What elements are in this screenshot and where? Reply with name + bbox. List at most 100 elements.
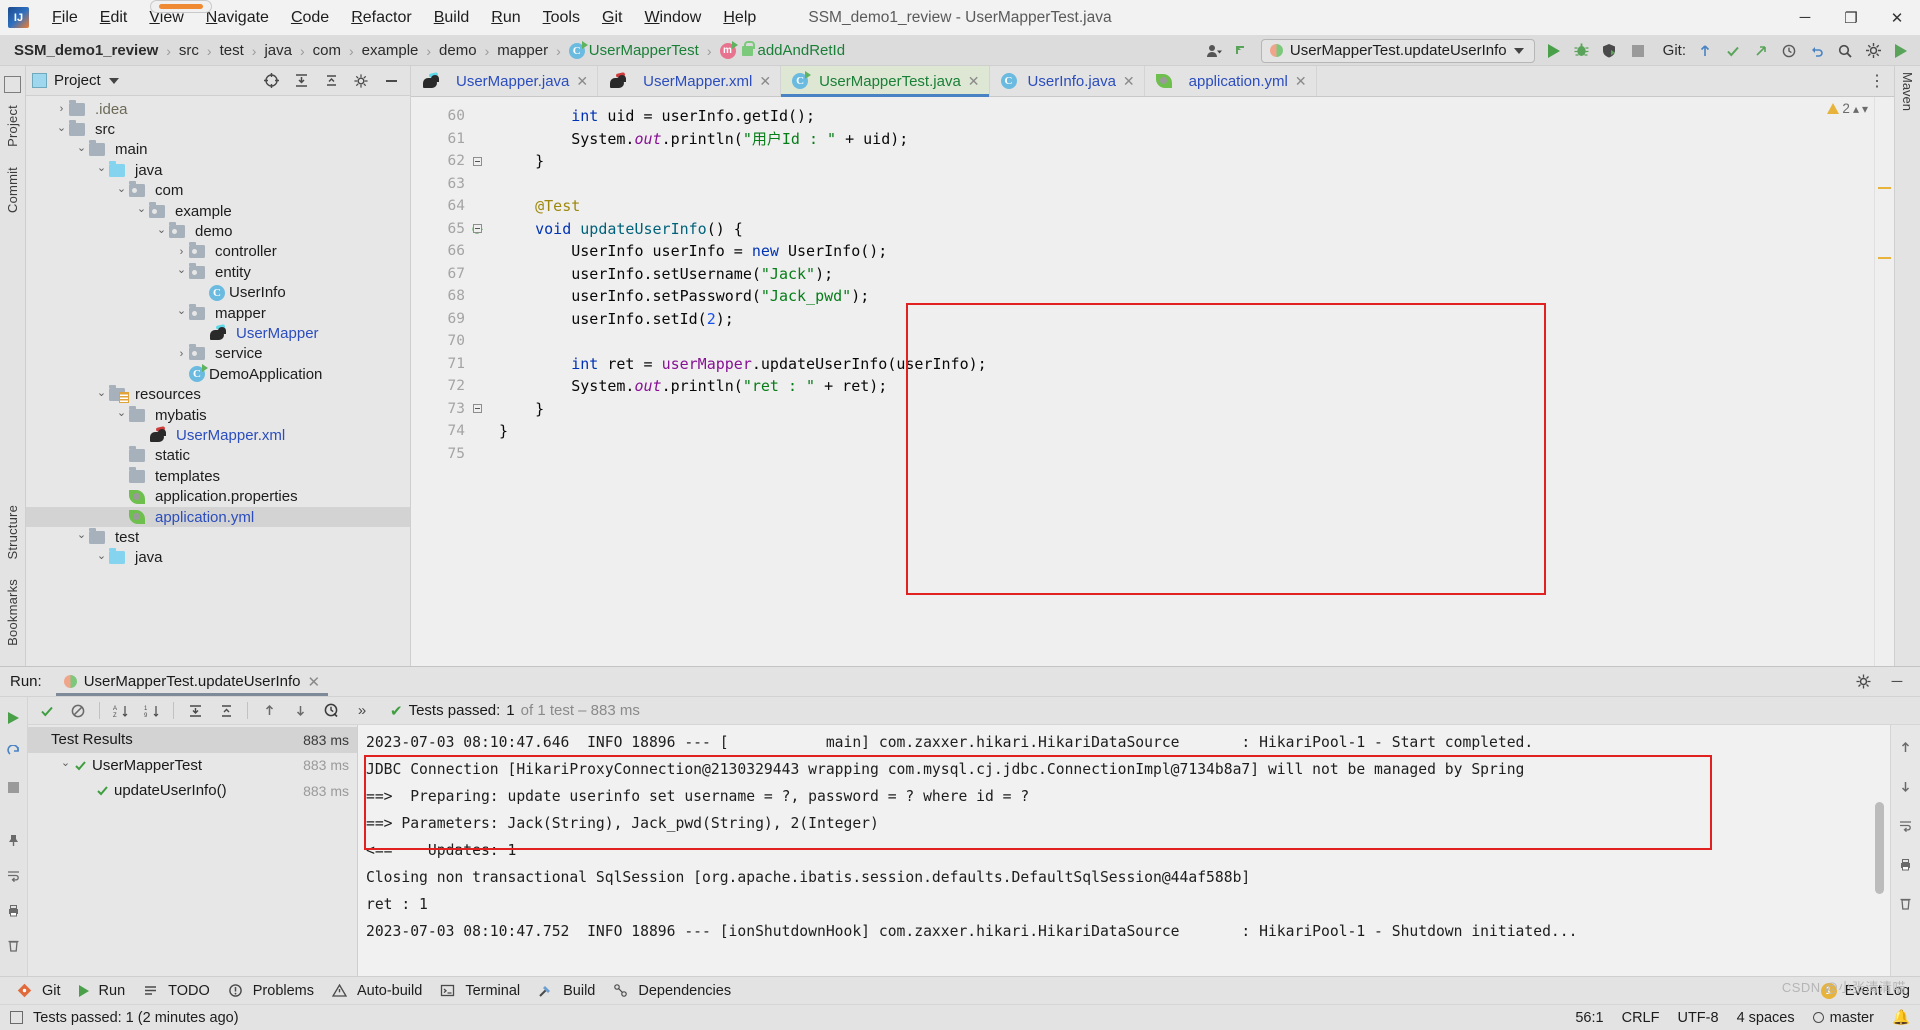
code-line[interactable]: System.out.println("用户Id : " + uid); [491,128,1874,151]
code-folding-column[interactable] [473,97,491,666]
editor-tab-usermapper-java[interactable]: UserMapper.java ✕ [411,66,599,96]
source-code[interactable]: int uid = userInfo.getId(); System.out.p… [491,97,1874,666]
clear-all-icon[interactable] [1,933,27,958]
soft-wrap-console-icon[interactable] [1893,813,1919,838]
show-ignored-icon[interactable] [65,698,91,723]
stop-run-icon[interactable] [1,775,27,800]
tree-node-userinfo[interactable]: C UserInfo [26,283,410,303]
stripe-warning-marker[interactable] [1878,257,1891,259]
tree-node-controller[interactable]: › controller [26,242,410,262]
tree-node-main[interactable]: ⌄ main [26,140,410,160]
chevron-up-icon[interactable]: ▴ [1853,102,1859,116]
bottom-bar-git[interactable]: Git [8,980,70,1002]
console-output[interactable]: 2023-07-03 08:10:47.646 INFO 18896 --- [… [358,725,1890,976]
editor-tab-userinfo-java[interactable]: C UserInfo.java ✕ [990,66,1145,96]
git-branch-widget[interactable]: master [1812,1010,1874,1026]
tool-button-project[interactable]: Project [3,97,22,155]
breadcrumb-test[interactable]: test [218,42,246,59]
project-view-chevron-icon[interactable] [108,77,119,84]
chevron-down-icon[interactable]: ⌄ [114,406,129,419]
tree-node--idea[interactable]: › .idea [26,99,410,119]
breadcrumb-java[interactable]: java [262,42,294,59]
code-line[interactable]: UserInfo userInfo = new UserInfo(); [491,240,1874,263]
code-line[interactable]: userInfo.setPassword("Jack_pwd"); [491,285,1874,308]
chevron-down-icon[interactable]: ⌄ [94,161,109,174]
menu-file[interactable]: File [41,5,89,31]
chevron-down-icon[interactable]: ⌄ [74,528,89,541]
menu-help[interactable]: Help [712,5,767,31]
stripe-warning-marker[interactable] [1878,187,1891,189]
caret-position[interactable]: 56:1 [1575,1010,1603,1026]
user-settings-icon[interactable] [1201,38,1227,63]
editor-tab-application-yml[interactable]: application.yml ✕ [1145,66,1317,96]
tree-node-java[interactable]: ⌄ java [26,160,410,180]
project-file-tree[interactable]: › .idea ⌄ src ⌄ main ⌄ java ⌄ com ⌄ example ⌄ demo › co… [26,96,410,666]
indent-setting[interactable]: 4 spaces [1737,1010,1795,1026]
tool-button-structure[interactable]: Structure [3,497,22,568]
collapse-tests-icon[interactable] [213,698,239,723]
run-with-coverage-button[interactable] [1597,38,1623,63]
settings-gear-icon[interactable] [1860,38,1886,63]
code-line[interactable]: } [491,398,1874,421]
soft-wrap-icon[interactable] [1,863,27,888]
run-button[interactable] [1541,38,1567,63]
close-icon[interactable]: ✕ [1295,73,1307,90]
code-line[interactable] [491,330,1874,353]
breadcrumb-com[interactable]: com [311,42,343,59]
hide-project-pane-icon[interactable] [378,68,404,93]
debug-button[interactable] [1569,38,1595,63]
test-node-usermappertest[interactable]: ⌄ UserMapperTest 883 ms [28,753,357,779]
git-update-icon[interactable] [1692,38,1718,63]
tree-node-src[interactable]: ⌄ src [26,119,410,139]
tree-node-mybatis[interactable]: ⌄ mybatis [26,405,410,425]
menu-window[interactable]: Window [633,5,712,31]
tree-node-service[interactable]: › service [26,344,410,364]
tree-node-java[interactable]: ⌄ java [26,548,410,568]
print-console-icon[interactable] [1893,852,1919,877]
menu-tools[interactable]: Tools [532,5,591,31]
run-tab-usermappertest[interactable]: UserMapperTest.updateUserInfo ✕ [55,667,329,696]
chevron-down-icon[interactable]: ⌄ [54,121,69,134]
breadcrumb-usermappertest[interactable]: C UserMapperTest [567,40,701,59]
run-configuration-selector[interactable]: UserMapperTest.updateUserInfo [1260,38,1535,63]
error-stripe-markers[interactable] [1874,97,1894,666]
code-line[interactable]: System.out.println("ret : " + ret); [491,375,1874,398]
print-icon[interactable] [1,898,27,923]
expand-all-icon[interactable] [288,68,314,93]
pin-tab-icon[interactable] [1,828,27,853]
inspection-status[interactable]: 2 ▴ ▾ [1827,101,1868,116]
close-icon[interactable]: ✕ [759,73,771,90]
sort-alphabetically-icon[interactable]: AZ [108,698,134,723]
chevron-down-icon[interactable]: ⌄ [94,549,109,562]
fold-toggle-icon[interactable] [473,224,482,234]
code-line[interactable]: userInfo.setId(2); [491,308,1874,331]
chevron-down-icon[interactable]: ⌄ [174,304,189,317]
tree-node-usermapper[interactable]: UserMapper [26,323,410,343]
tool-button-commit[interactable]: Commit [3,159,22,221]
rerun-failed-icon[interactable] [1,740,27,765]
rerun-button[interactable] [1,705,27,730]
bottom-bar-problems[interactable]: Problems [219,980,323,1002]
menu-refactor[interactable]: Refactor [340,5,422,31]
file-encoding[interactable]: UTF-8 [1677,1010,1718,1026]
code-line[interactable] [491,443,1874,466]
select-opened-file-icon[interactable] [258,68,284,93]
git-commit-icon[interactable] [1720,38,1746,63]
code-line[interactable] [491,173,1874,196]
chevron-down-icon[interactable]: ⌄ [114,182,129,195]
run-settings-gear-icon[interactable] [1850,669,1876,694]
tree-node-demo[interactable]: ⌄ demo [26,221,410,241]
menu-edit[interactable]: Edit [89,5,139,31]
fold-slot[interactable] [473,398,491,421]
chevron-right-icon[interactable]: › [54,103,69,115]
code-line[interactable]: userInfo.setUsername("Jack"); [491,263,1874,286]
code-line[interactable]: @Test [491,195,1874,218]
fold-toggle-icon[interactable] [473,156,482,166]
chevron-down-icon[interactable]: ⌄ [58,756,73,769]
next-test-icon[interactable] [287,698,313,723]
tree-node-entity[interactable]: ⌄ entity [26,262,410,282]
sort-by-duration-icon[interactable]: 19 [139,698,165,723]
chevron-down-icon[interactable]: ▾ [1862,102,1868,116]
tree-node-test[interactable]: ⌄ test [26,527,410,547]
breadcrumb-example[interactable]: example [360,42,421,59]
